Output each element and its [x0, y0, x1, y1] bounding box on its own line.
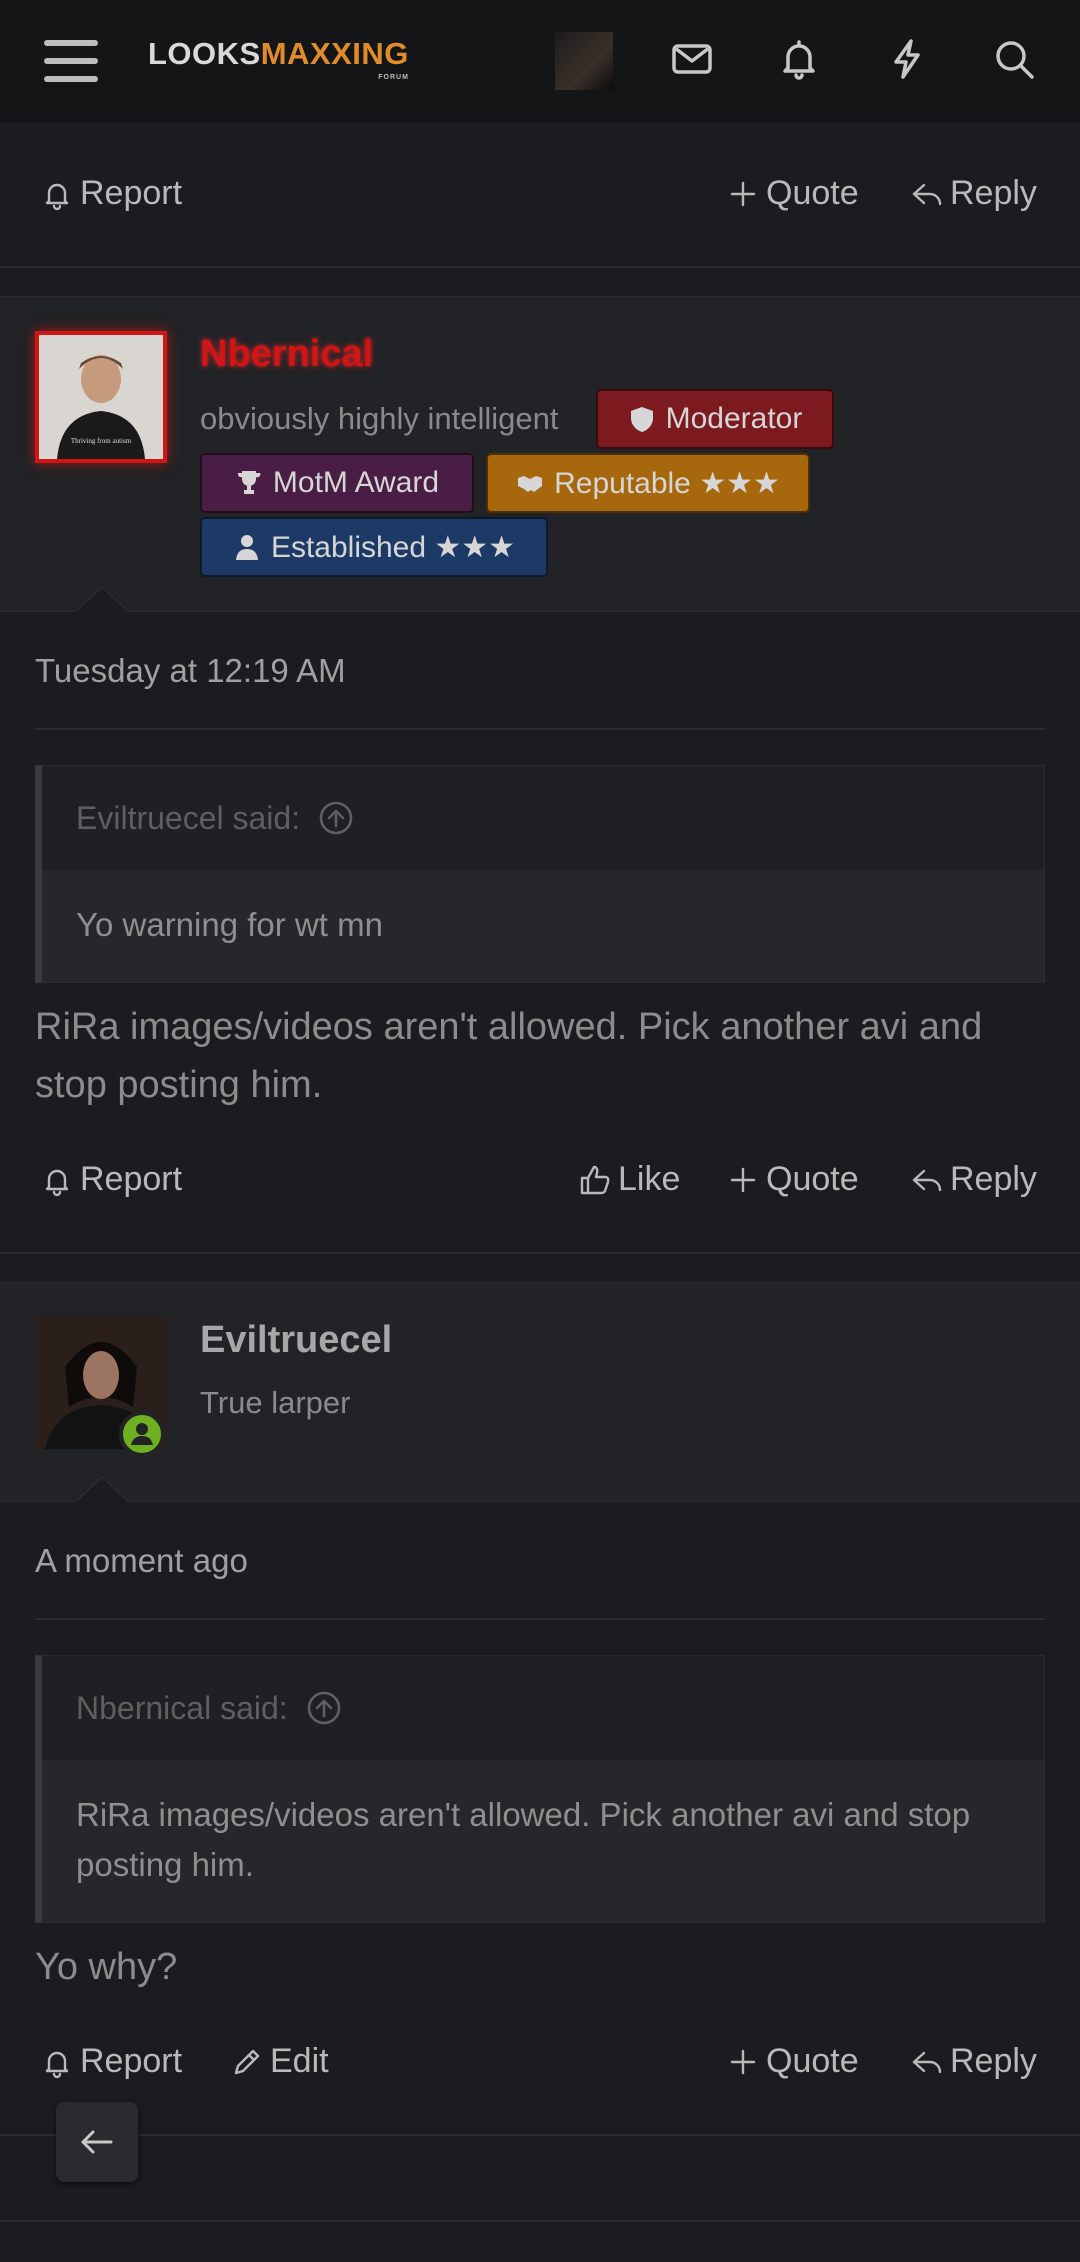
- top-navigation-bar: LOOKSMAXXING FORUM: [0, 0, 1080, 122]
- report-label: Report: [80, 1160, 183, 1198]
- reputable-badge: Reputable ★★★: [486, 453, 810, 513]
- shield-icon: [630, 407, 653, 432]
- quote-author: Eviltruecel said:: [76, 799, 301, 836]
- edit-label: Edit: [270, 2042, 329, 2080]
- site-logo[interactable]: LOOKSMAXXING FORUM: [148, 36, 409, 81]
- logo-subtext: FORUM: [378, 74, 409, 81]
- post-arrow: [74, 586, 130, 613]
- report-button[interactable]: Report: [40, 1160, 182, 1199]
- arrow-left-icon: [81, 2130, 113, 2154]
- avatar[interactable]: Thriving from autism: [35, 331, 167, 463]
- divider: [35, 728, 1045, 730]
- back-button[interactable]: [56, 2102, 138, 2182]
- logo-text-looks: LOOKS: [148, 36, 261, 71]
- username[interactable]: Eviltruecel: [200, 1319, 392, 1362]
- report-label: Report: [80, 174, 183, 212]
- mail-icon[interactable]: [669, 36, 715, 82]
- quote-label: Quote: [766, 174, 859, 212]
- bell-icon[interactable]: [776, 36, 822, 82]
- bell-icon: [45, 183, 69, 210]
- arrow-up-circle-icon[interactable]: [306, 1690, 342, 1726]
- reply-label: Reply: [950, 1160, 1037, 1198]
- established-badge: Established ★★★: [200, 517, 548, 577]
- user-title: True larper: [200, 1385, 351, 1420]
- post-actions: Report Like Quote Reply: [0, 1142, 1080, 1222]
- trophy-icon: [237, 471, 261, 494]
- logo-text-maxxing: MAXXING: [260, 36, 409, 71]
- reply-icon: [912, 1169, 942, 1191]
- quote-text: RiRa images/videos aren't allowed. Pick …: [42, 1760, 1044, 1922]
- report-label: Report: [80, 2042, 183, 2080]
- like-button[interactable]: Like: [578, 1160, 680, 1199]
- bell-icon: [45, 2051, 69, 2078]
- username-text: Nbernical: [200, 333, 374, 375]
- reply-button[interactable]: Reply: [910, 174, 1037, 213]
- quote-label: Quote: [766, 1160, 859, 1198]
- menu-icon[interactable]: [44, 40, 98, 84]
- edit-button[interactable]: Edit: [230, 2042, 329, 2081]
- user-title: obviously highly intelligent: [200, 401, 559, 436]
- reputable-badge-label: Reputable ★★★: [554, 466, 780, 500]
- arrow-up-circle-icon[interactable]: [318, 800, 354, 836]
- quote-button[interactable]: Quote: [726, 1160, 859, 1199]
- thumbs-up-icon: [580, 1165, 610, 1194]
- search-icon[interactable]: [991, 36, 1037, 82]
- post-timestamp[interactable]: Tuesday at 12:19 AM: [35, 652, 346, 690]
- divider: [0, 2220, 1080, 2222]
- divider: [35, 1618, 1045, 1620]
- reply-icon: [912, 2051, 942, 2073]
- plus-icon: [730, 2049, 756, 2074]
- established-badge-label: Established ★★★: [270, 530, 516, 564]
- avatar[interactable]: [35, 1317, 167, 1457]
- quote-block: Nbernical said: RiRa images/videos aren'…: [35, 1655, 1045, 1923]
- pencil-icon: [234, 2049, 260, 2074]
- divider: [0, 1252, 1080, 1254]
- report-button[interactable]: Report: [40, 2042, 182, 2081]
- like-label: Like: [618, 1160, 681, 1198]
- post-message: RiRa images/videos aren't allowed. Pick …: [35, 1006, 983, 1106]
- post-timestamp[interactable]: A moment ago: [35, 1542, 248, 1580]
- handshake-icon: [518, 476, 543, 492]
- post-user-block: Eviltruecel True larper: [0, 1282, 1080, 1502]
- quote-header[interactable]: Eviltruecel said:: [42, 766, 1044, 870]
- divider: [0, 266, 1080, 268]
- reply-label: Reply: [950, 2042, 1037, 2080]
- quote-header[interactable]: Nbernical said:: [42, 1656, 1044, 1760]
- reply-label: Reply: [950, 174, 1037, 212]
- motm-badge-label: MotM Award: [272, 466, 440, 499]
- post-arrow: [74, 1476, 130, 1503]
- quote-button[interactable]: Quote: [726, 174, 859, 213]
- reply-button[interactable]: Reply: [910, 1160, 1037, 1199]
- previous-post-actions: Report Quote Reply: [0, 156, 1080, 236]
- plus-icon: [730, 1167, 756, 1192]
- post-actions: Report Edit Quote Reply: [0, 2024, 1080, 2104]
- reply-icon: [912, 183, 942, 205]
- moderator-badge-label: Moderator: [665, 402, 803, 435]
- post-user-block: Thriving from autism Nbernical obviously…: [0, 296, 1080, 612]
- quote-text: Yo warning for wt mn: [42, 870, 1044, 982]
- reply-button[interactable]: Reply: [910, 2042, 1037, 2081]
- bell-icon: [45, 1169, 69, 1196]
- plus-icon: [730, 181, 756, 206]
- divider: [0, 2134, 1080, 2136]
- quote-block: Eviltruecel said: Yo warning for wt mn: [35, 765, 1045, 983]
- report-button[interactable]: Report: [40, 174, 182, 213]
- quote-label: Quote: [766, 2042, 859, 2080]
- moderator-badge: Moderator: [596, 389, 834, 449]
- user-icon: [235, 535, 258, 560]
- bolt-icon[interactable]: [884, 36, 930, 82]
- quote-button[interactable]: Quote: [726, 2042, 859, 2081]
- post-message: Yo why?: [35, 1946, 178, 1988]
- quote-author: Nbernical said:: [76, 1689, 288, 1726]
- online-status-icon: [119, 1411, 165, 1457]
- svg-text:Thriving from autism: Thriving from autism: [71, 437, 132, 445]
- avatar[interactable]: [555, 32, 613, 90]
- username[interactable]: Nbernical: [200, 333, 373, 376]
- motm-award-badge: MotM Award: [200, 453, 474, 513]
